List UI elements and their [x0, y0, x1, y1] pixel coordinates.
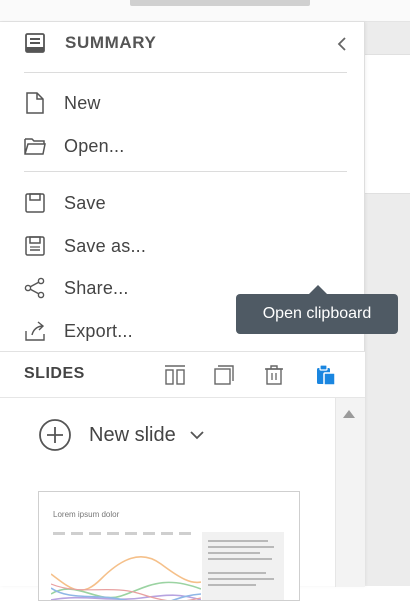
app-top-bar — [0, 0, 410, 22]
slides-list: New slide Lorem ipsum dolor — [0, 397, 365, 601]
vertical-scrollbar[interactable] — [335, 398, 365, 587]
menu-item-label: Save as... — [64, 235, 147, 256]
duplicate-icon[interactable] — [212, 363, 236, 387]
collapse-panel-button[interactable] — [332, 34, 352, 54]
new-slide-label: New slide — [89, 423, 176, 446]
delete-icon[interactable] — [262, 363, 286, 387]
cropped-title-text — [130, 0, 310, 6]
thumbnail-legend — [53, 532, 193, 535]
tooltip-arrow — [309, 285, 327, 294]
share-icon — [24, 277, 46, 299]
menu-item-open[interactable]: Open... — [24, 135, 124, 157]
new-file-icon — [24, 92, 46, 114]
summary-title: SUMMARY — [65, 33, 157, 52]
menu-item-save[interactable]: Save — [24, 192, 106, 214]
divider — [24, 72, 347, 73]
new-slide-button[interactable]: New slide — [38, 418, 204, 452]
scroll-up-arrow-icon[interactable] — [343, 410, 355, 418]
slides-toolbar: SLIDES — [0, 351, 365, 397]
save-as-icon — [24, 235, 46, 257]
slide-thumbnail[interactable]: Lorem ipsum dolor — [38, 491, 300, 601]
thumbnail-chart — [51, 555, 201, 600]
menu-item-label: Open... — [64, 135, 125, 156]
slides-title: SLIDES — [24, 365, 85, 382]
summary-header: SUMMARY — [24, 32, 156, 54]
export-icon — [24, 320, 46, 342]
menu-item-new[interactable]: New — [24, 92, 101, 114]
menu-item-label: New — [64, 92, 101, 113]
thumbnail-title: Lorem ipsum dolor — [53, 510, 120, 519]
clipboard-icon[interactable] — [314, 363, 338, 387]
folder-open-icon — [24, 135, 46, 157]
menu-item-label: Export... — [64, 320, 133, 341]
chevron-down-icon — [190, 430, 204, 440]
clipboard-tooltip: Open clipboard — [236, 285, 398, 334]
menu-item-export[interactable]: Export... — [24, 320, 133, 342]
menu-item-label: Share... — [64, 277, 129, 298]
divider — [24, 171, 347, 172]
thumbnail-text-box — [202, 532, 284, 600]
tooltip-text: Open clipboard — [262, 305, 372, 322]
plus-circle-icon — [38, 418, 72, 452]
menu-item-label: Save — [64, 192, 106, 213]
summary-icon — [24, 32, 46, 54]
canvas-panel — [365, 54, 410, 194]
chevron-left-icon — [336, 37, 348, 51]
menu-item-save-as[interactable]: Save as... — [24, 235, 146, 257]
columns-icon[interactable] — [163, 363, 187, 387]
save-icon — [24, 192, 46, 214]
menu-item-share[interactable]: Share... — [24, 277, 129, 299]
